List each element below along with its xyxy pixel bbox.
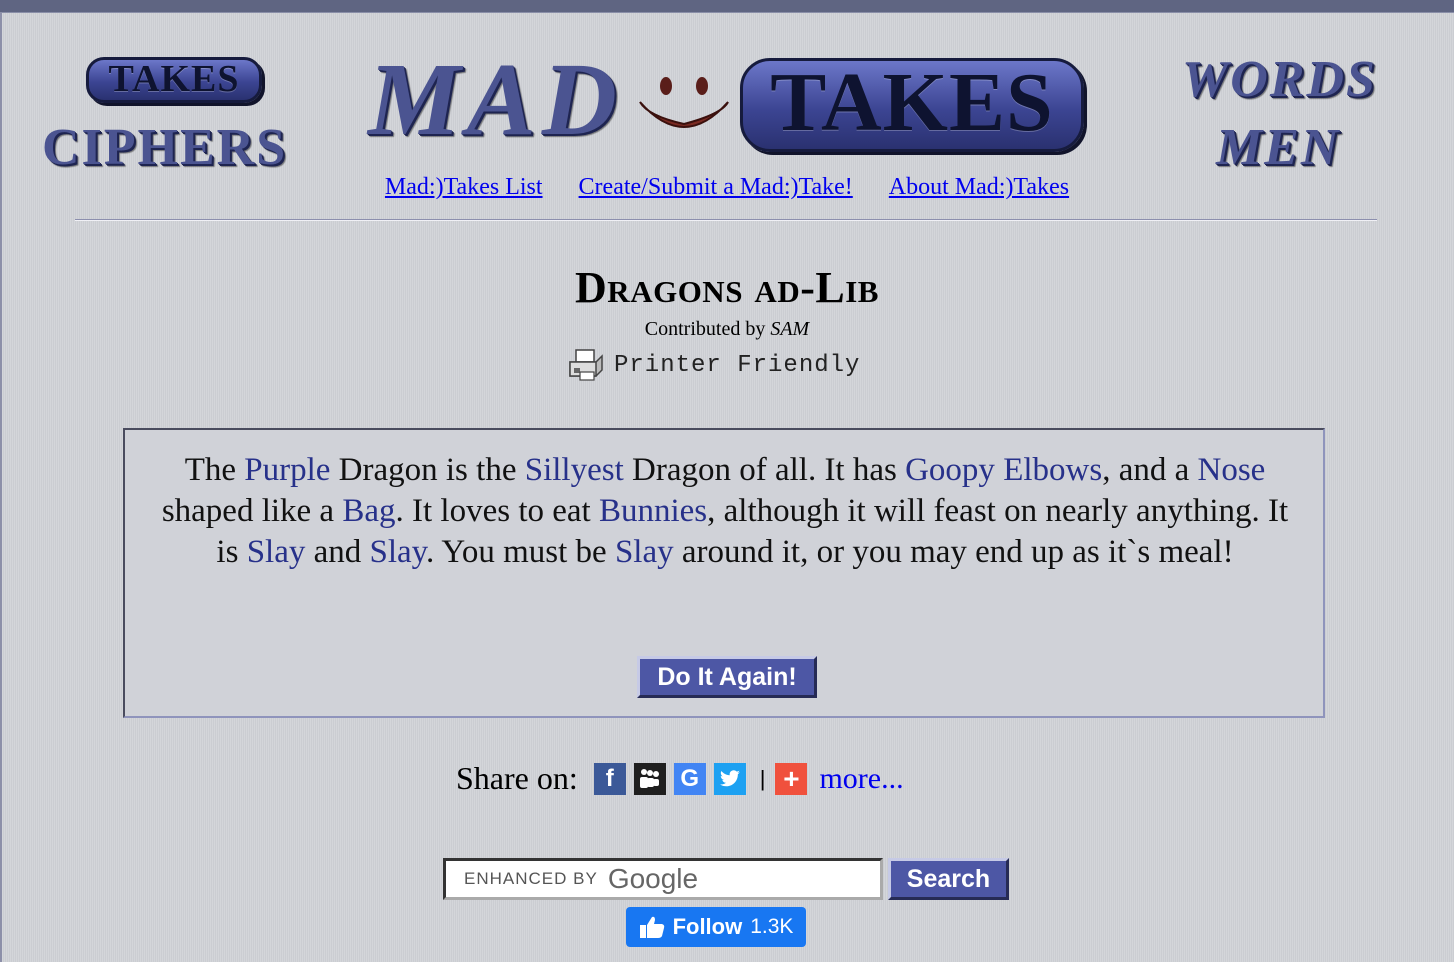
logo-right-word-1: WORDS [1182,51,1377,108]
contributed-prefix: Contributed by [644,318,766,340]
story-fragment: Dragon is the [330,452,525,488]
left-border [0,12,2,962]
filled-word: Bunnies [598,493,708,529]
smiley-icon [639,77,729,128]
printer-friendly-label: Printer Friendly [614,351,861,379]
page-title: Dragons ad-Lib [575,263,879,312]
story-fragment: and [305,534,370,570]
add-share-icon[interactable]: + [775,762,808,795]
share-row: Share on: f G | + more... [456,760,904,797]
share-label: Share on: [456,760,578,796]
story-fragment: around it, or you may end up as it`s mea… [673,534,1234,570]
contributed-by: Contributed by SAM [0,318,1454,341]
logo-center-pill-text: TAKES [770,56,1054,149]
search-button[interactable]: Search [888,858,1009,900]
story-fragment: , and a [1102,452,1198,488]
logo-right-word-2: MEN [1216,119,1341,176]
do-it-again-button[interactable]: Do It Again! [637,656,817,698]
printer-friendly-link[interactable]: Printer Friendly [566,348,860,382]
story-fragment [995,452,1003,488]
nav-link-about[interactable]: About Mad:)Takes [889,174,1069,200]
search-input[interactable]: ENHANCED BY Google [443,858,883,900]
story-fragment: The [184,452,245,488]
nav-link-list[interactable]: Mad:)Takes List [385,174,543,200]
filled-word: Slay [246,534,306,570]
logo-left-pill: TAKES [86,57,262,103]
filled-word: Slay [614,534,674,570]
printer-icon [569,349,603,381]
story-text: The Purple Dragon is the Sillyest Dragon… [155,450,1295,573]
filled-word: Elbows [1003,452,1103,488]
twitter-icon[interactable] [713,762,746,795]
story-fragment: Dragon of all. It has [623,452,906,488]
story-fragment: . It loves to eat [395,493,599,529]
filled-word: Goopy [905,452,995,488]
top-border-bar [0,0,1454,13]
filled-word: Slay [369,534,427,570]
main-nav: Mad:)Takes List Create/Submit a Mad:)Tak… [0,174,1454,201]
share-separator: | [759,765,766,791]
facebook-follow-button[interactable]: Follow 1.3K [626,907,806,947]
author-name: SAM [770,318,810,340]
logo-left-pill-text: TAKES [108,58,240,100]
story-fragment: . You must be [426,534,615,570]
follow-label: Follow [672,914,743,939]
nav-link-create[interactable]: Create/Submit a Mad:)Take! [579,174,853,200]
logo-center-pill: TAKES [740,58,1084,152]
follow-count: 1.3K [750,915,794,938]
header-divider [75,219,1377,221]
share-more-link[interactable]: more... [819,762,903,796]
google-icon[interactable]: G [673,762,706,795]
search-placeholder-brand: Google [607,863,699,894]
story-fragment: shaped like a [161,493,343,529]
filled-word: Nose [1197,452,1266,488]
filled-word: Sillyest [524,452,624,488]
logo-left-word: CIPHERS [42,119,288,176]
myspace-icon[interactable] [633,762,666,795]
filled-word: Purple [244,452,331,488]
thumbs-up-icon [639,916,664,938]
story-box: The Purple Dragon is the Sillyest Dragon… [123,428,1325,718]
logo-center-word: MAD [368,42,623,157]
filled-word: Bag [342,493,396,529]
search-placeholder-prefix: ENHANCED BY [464,869,598,888]
facebook-icon[interactable]: f [593,762,626,795]
